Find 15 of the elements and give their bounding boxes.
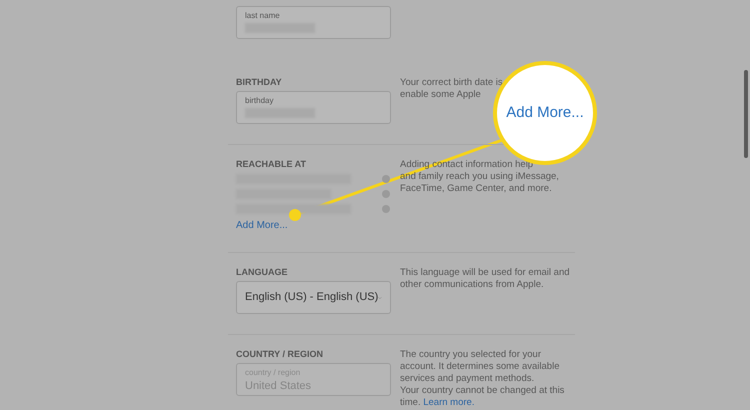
section-heading: REACHABLE AT [236,159,307,170]
add-more-link[interactable]: Add More... [236,220,288,232]
chevron-down-icon [378,296,382,300]
section-heading: BIRTHDAY [236,77,283,88]
field-label: birthday [245,96,274,106]
section-heading: COUNTRY / REGION [236,349,324,360]
language-select[interactable]: English (US) - English (US) [236,281,391,314]
description-text: This language will be used for email and other communications from Apple. [400,267,570,291]
section-heading: LANGUAGE [236,267,288,278]
text-field[interactable]: last name [236,6,391,39]
scrollbar-thumb[interactable] [744,70,748,158]
text-field[interactable]: birthday [236,91,391,124]
description-text: The country you selected for your account. It determines some available services and payment methods. Your country cannot be changed at this time. Learn more. [400,349,564,409]
field-label: last name [245,11,281,21]
description-text: Your correct birth date is enable some Apple [400,77,503,101]
